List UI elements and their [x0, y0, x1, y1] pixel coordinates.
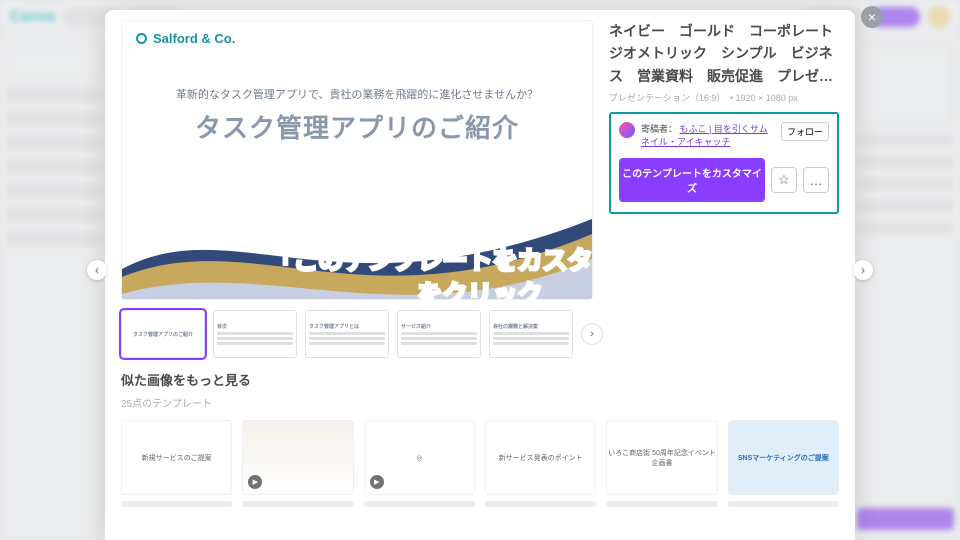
similar-section-title: 似た画像をもっと見る [121, 370, 839, 389]
similar-card-0[interactable]: 新規サービスのご提案 [121, 420, 232, 495]
template-modal: Salford & Co. 革新的なタスク管理アプリで、貴社の業務を飛躍的に進化… [105, 10, 855, 540]
customize-template-button[interactable]: このテンプレートをカスタマイズ [619, 158, 765, 202]
similar-card-5[interactable]: SNSマーケティングのご提案 [728, 420, 839, 495]
similar-card-1[interactable]: ▶ [242, 420, 353, 495]
author-label: 寄稿者： [641, 124, 677, 134]
template-meta: プレゼンテーション（16:9） • 1920 × 1080 px [609, 91, 839, 104]
close-modal-button[interactable]: × [861, 6, 883, 28]
brand-circle-icon [136, 33, 147, 44]
more-options-button[interactable]: … [803, 167, 829, 193]
next-template-button[interactable]: › [853, 260, 873, 280]
prev-template-button[interactable]: ‹ [87, 260, 107, 280]
author-avatar[interactable] [619, 122, 635, 138]
follow-button[interactable]: フォロー [781, 122, 829, 141]
similar-templates-grid: 新規サービスのご提案▶◎▶新サービス発表のポイントいろこ商店街 50周年記念イベ… [105, 410, 855, 495]
brand-name: Salford & Co. [153, 31, 235, 46]
similar-card-4[interactable]: いろこ商店街 50周年記念イベント 企画書 [606, 420, 717, 495]
slide-thumb-4[interactable]: 会社の課題と解決案 [489, 310, 573, 358]
slide-subtitle: 革新的なタスク管理アプリで、貴社の業務を飛躍的に進化させませんか？ [122, 86, 592, 102]
similar-card-2[interactable]: ◎▶ [364, 420, 475, 495]
slide-thumb-1[interactable]: 目次 [213, 310, 297, 358]
brand-mark: Salford & Co. [122, 21, 592, 56]
thumbs-next-button[interactable]: › [581, 323, 603, 345]
slide-wave-graphic [122, 199, 592, 299]
play-icon: ▶ [370, 475, 384, 489]
author-row: 寄稿者： もふこ | 目を引くサムネイル・アイキャッチ フォロー [619, 122, 829, 148]
template-action-box: 寄稿者： もふこ | 目を引くサムネイル・アイキャッチ フォロー このテンプレー… [609, 112, 839, 214]
template-tags: ネイビー ゴールド コーポレート ジオメトリック シンプル ビジネス 営業資料 … [609, 20, 839, 87]
slide-title: タスク管理アプリのご紹介 [134, 108, 580, 145]
slide-thumb-3[interactable]: サービス紹介 [397, 310, 481, 358]
slide-thumbnails: タスク管理アプリのご紹介目次タスク管理アプリとはサービス紹介会社の課題と解決案 › [105, 300, 855, 368]
template-preview: Salford & Co. 革新的なタスク管理アプリで、貴社の業務を飛躍的に進化… [121, 20, 593, 300]
similar-card-3[interactable]: 新サービス発表のポイント [485, 420, 596, 495]
star-button[interactable]: ☆ [771, 167, 797, 193]
similar-count: 25点のテンプレート [121, 395, 839, 410]
star-icon: ☆ [778, 172, 790, 188]
slide-thumb-2[interactable]: タスク管理アプリとは [305, 310, 389, 358]
slide-thumb-0[interactable]: タスク管理アプリのご紹介 [121, 310, 205, 358]
more-icon: … [810, 173, 823, 188]
play-icon: ▶ [248, 475, 262, 489]
slide-preview[interactable]: Salford & Co. 革新的なタスク管理アプリで、貴社の業務を飛躍的に進化… [121, 20, 593, 300]
